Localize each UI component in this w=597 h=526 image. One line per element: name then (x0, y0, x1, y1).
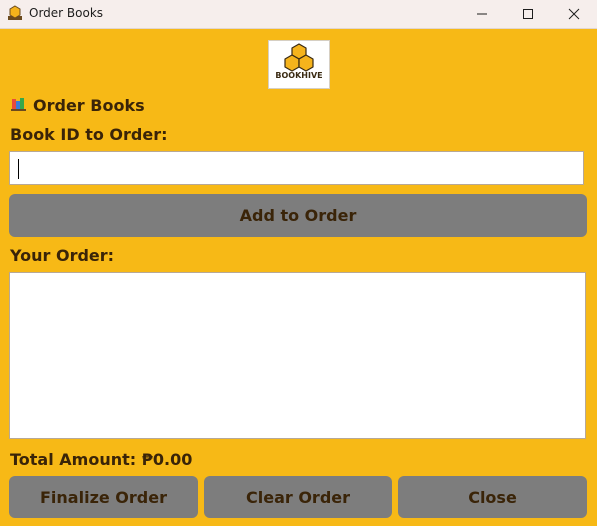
close-window-button[interactable] (551, 0, 597, 28)
order-list[interactable] (9, 272, 586, 439)
honeycomb-boxes-icon (284, 43, 314, 72)
window-titlebar: Order Books (0, 0, 597, 29)
books-icon (11, 96, 27, 115)
page-heading: Order Books (11, 95, 145, 115)
close-icon (568, 8, 580, 20)
text-caret (18, 159, 19, 179)
close-button[interactable]: Close (398, 476, 587, 518)
book-id-label: Book ID to Order: (10, 125, 168, 144)
window-title: Order Books (29, 6, 104, 20)
finalize-order-button[interactable]: Finalize Order (9, 476, 198, 518)
minimize-button[interactable] (459, 0, 505, 28)
total-amount: Total Amount: ₱0.00 (10, 450, 193, 469)
clear-order-button[interactable]: Clear Order (204, 476, 392, 518)
your-order-label: Your Order: (10, 246, 115, 265)
logo-text: BOOKHIVE (275, 71, 323, 80)
add-to-order-button[interactable]: Add to Order (9, 194, 587, 237)
app-icon (7, 5, 23, 21)
minimize-icon (477, 13, 487, 15)
maximize-button[interactable] (505, 0, 551, 28)
maximize-icon (523, 9, 533, 19)
page-title: Order Books (33, 95, 145, 115)
book-id-input[interactable] (9, 151, 584, 185)
bookhive-logo: BOOKHIVE (268, 40, 330, 89)
